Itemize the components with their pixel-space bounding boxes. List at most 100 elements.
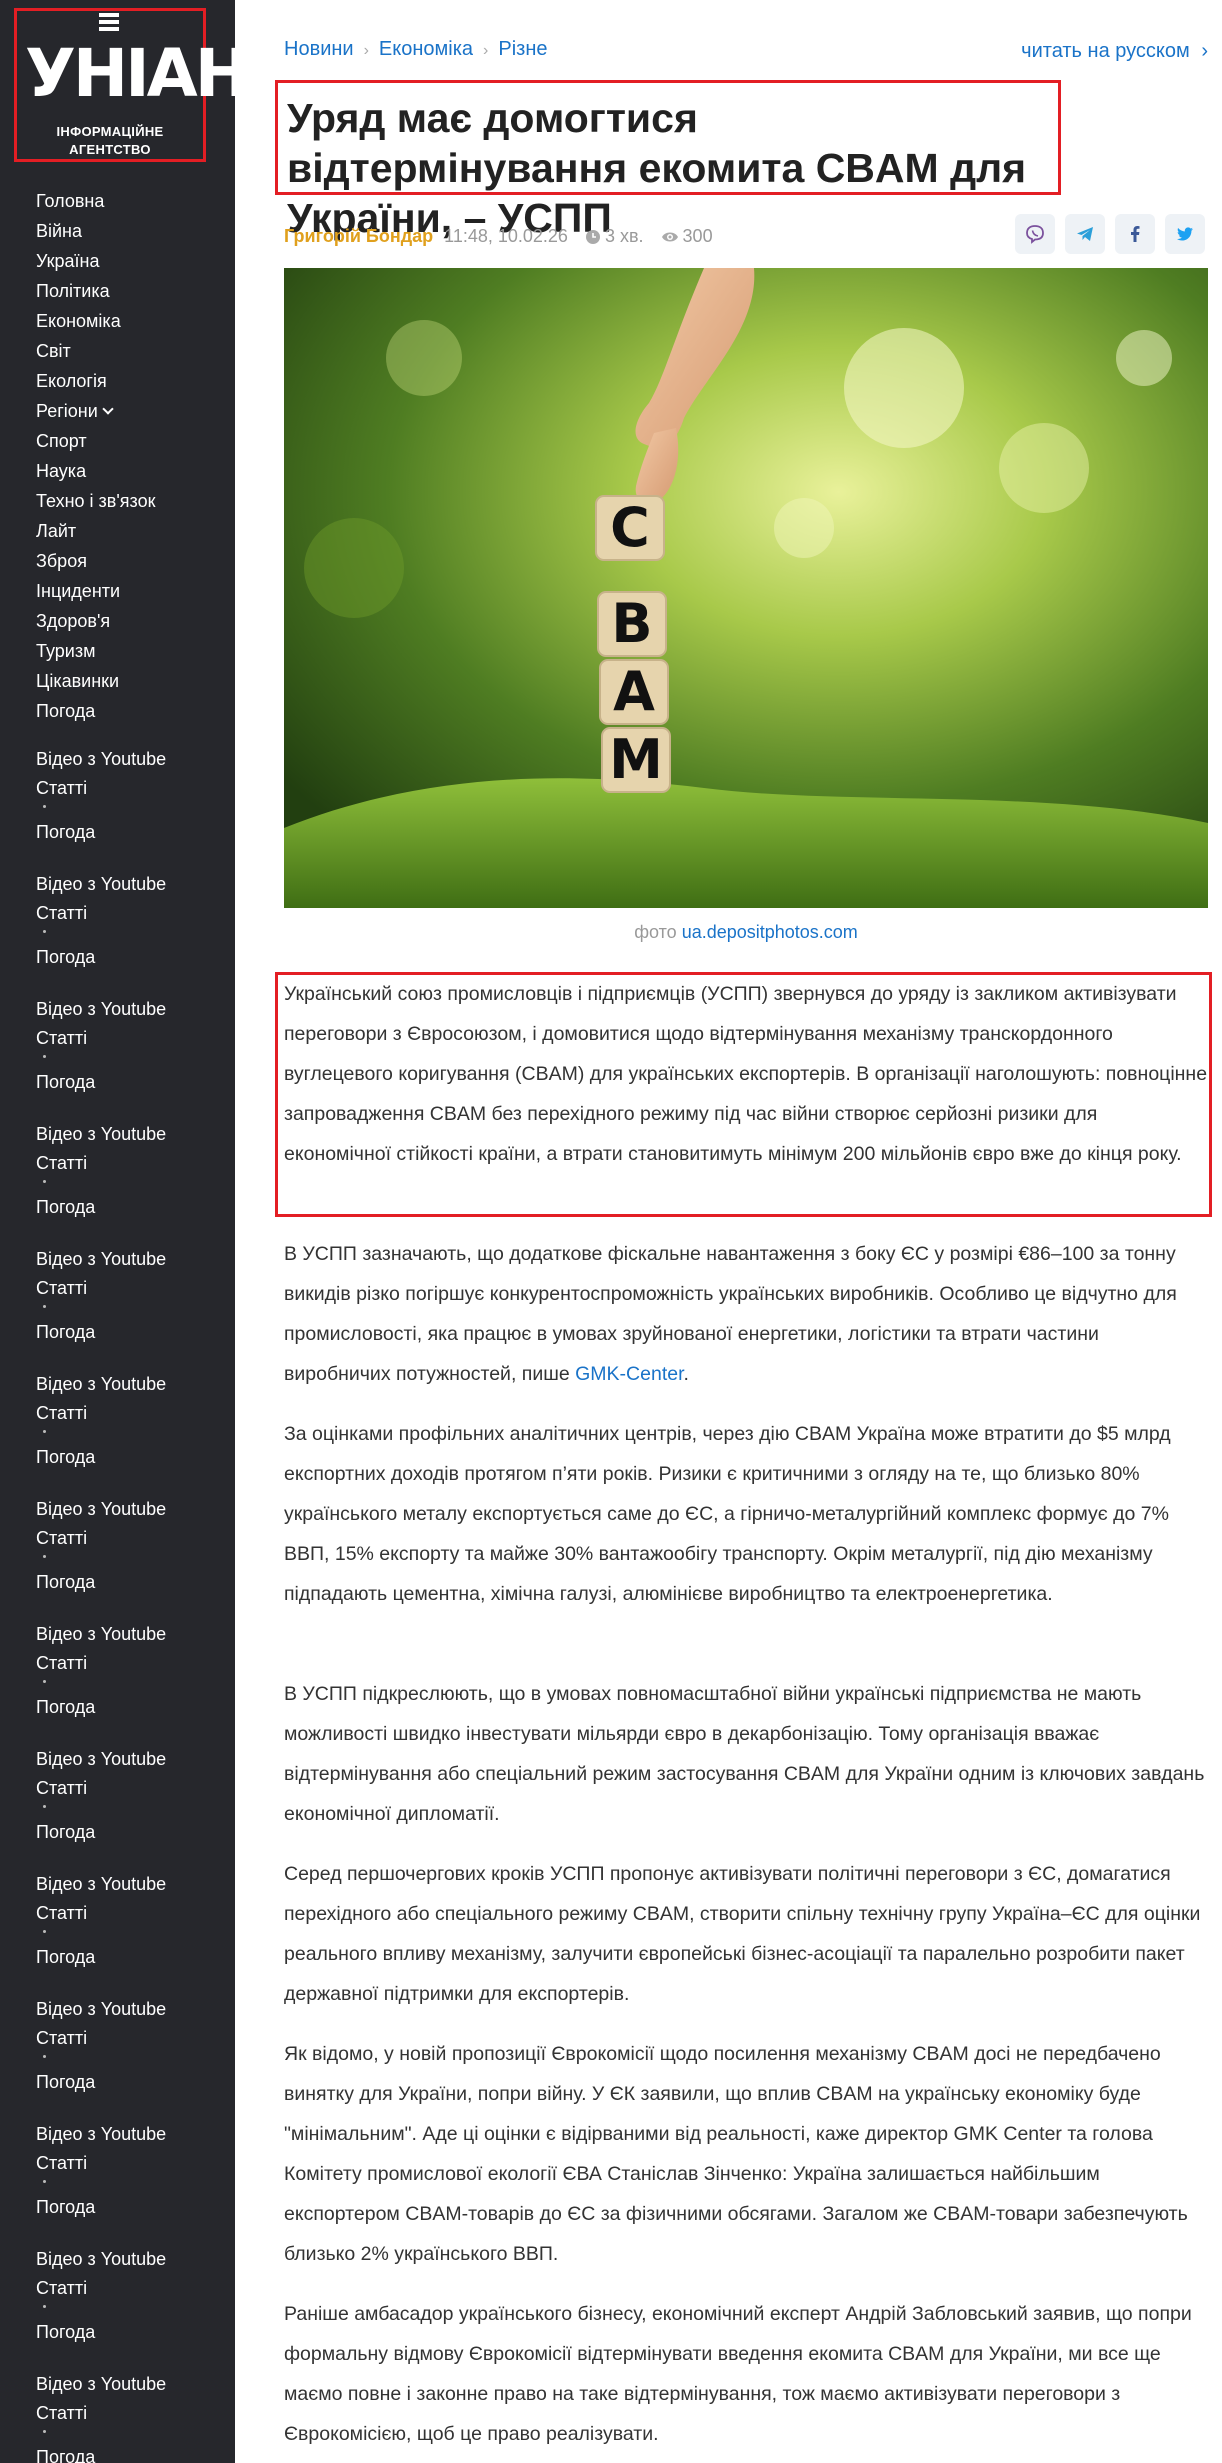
breadcrumb-separator-icon: ›	[483, 42, 489, 59]
nav-item-politics[interactable]: Політика	[36, 276, 156, 306]
breadcrumb-separator-icon: ›	[363, 42, 369, 59]
nav-item-articles[interactable]: Статті	[36, 898, 87, 928]
nav-item-weather[interactable]: Погода	[36, 2442, 95, 2463]
article-paragraph: За оцінками профільних аналітичних центр…	[284, 1423, 1171, 1605]
nav-divider-dot	[43, 1555, 46, 1558]
nav-item-youtube-video[interactable]: Відео з Youtube	[36, 1369, 166, 1399]
nav-item-articles[interactable]: Статті	[36, 1023, 87, 1053]
nav-item-weather[interactable]: Погода	[36, 1692, 95, 1722]
nav-item-articles[interactable]: Статті	[36, 1773, 87, 1803]
nav-item-health[interactable]: Здоров'я	[36, 606, 156, 636]
nav-item-regions[interactable]: Регіони	[36, 396, 156, 426]
nav-item-incidents[interactable]: Інциденти	[36, 576, 156, 606]
nav-item-youtube-video[interactable]: Відео з Youtube	[36, 1119, 166, 1149]
article-hero-image: C B A M	[284, 268, 1208, 908]
nav-item-articles[interactable]: Статті	[36, 1398, 87, 1428]
nav-item-curious[interactable]: Цікавинки	[36, 666, 156, 696]
nav-item-articles[interactable]: Статті	[36, 2023, 87, 2053]
nav-item-articles[interactable]: Статті	[36, 2148, 87, 2178]
language-switch-link[interactable]: читать на русском ›	[1021, 40, 1208, 63]
nav-item-youtube-video[interactable]: Відео з Youtube	[36, 1994, 166, 2024]
nav-item-articles[interactable]: Статті	[36, 773, 87, 803]
nav-item-articles[interactable]: Статті	[36, 2398, 87, 2428]
eye-icon	[661, 232, 678, 242]
nav-item-ecology[interactable]: Екологія	[36, 366, 156, 396]
nav-item-world[interactable]: Світ	[36, 336, 156, 366]
breadcrumb-news[interactable]: Новини	[284, 38, 354, 60]
nav-item-weather[interactable]: Погода	[36, 2192, 95, 2222]
nav-item-weapons[interactable]: Зброя	[36, 546, 156, 576]
breadcrumb: Новини › Економіка › Різне	[284, 38, 548, 61]
nav-item-youtube-video[interactable]: Відео з Youtube	[36, 1619, 166, 1649]
site-logo[interactable]: УНІАН ІНФОРМАЦІЙНЕ АГЕНТСТВО	[14, 8, 235, 162]
nav-item-articles[interactable]: Статті	[36, 1273, 87, 1303]
nav-item-weather[interactable]: Погода	[36, 942, 95, 972]
nav-divider-dot	[43, 2055, 46, 2058]
nav-item-youtube-video[interactable]: Відео з Youtube	[36, 2244, 166, 2274]
cube-letter: C	[610, 496, 650, 559]
article-paragraph: В УСПП підкреслюють, що в умовах повнома…	[284, 1683, 1205, 1825]
nav-item-tech[interactable]: Техно і зв'язок	[36, 486, 156, 516]
nav-item-youtube-video[interactable]: Відео з Youtube	[36, 744, 166, 774]
share-telegram-button[interactable]	[1065, 214, 1105, 254]
share-viber-button[interactable]	[1015, 214, 1055, 254]
viber-icon	[1026, 225, 1044, 244]
nav-item-war[interactable]: Війна	[36, 216, 156, 246]
nav-item-youtube-video[interactable]: Відео з Youtube	[36, 1494, 166, 1524]
share-facebook-button[interactable]	[1115, 214, 1155, 254]
nav-item-home[interactable]: Головна	[36, 186, 156, 216]
nav-item-articles[interactable]: Статті	[36, 1523, 87, 1553]
photo-source-link[interactable]: ua.depositphotos.com	[682, 922, 858, 942]
article-paragraph: В УСПП зазначають, що додаткове фіскальн…	[284, 1243, 1177, 1385]
nav-item-youtube-video[interactable]: Відео з Youtube	[36, 1744, 166, 1774]
nav-item-science[interactable]: Наука	[36, 456, 156, 486]
nav-item-weather[interactable]: Погода	[36, 817, 95, 847]
nav-item-articles[interactable]: Статті	[36, 1898, 87, 1928]
nav-item-youtube-video[interactable]: Відео з Youtube	[36, 869, 166, 899]
telegram-icon	[1077, 227, 1093, 241]
share-twitter-button[interactable]	[1165, 214, 1205, 254]
nav-item-ukraine[interactable]: Україна	[36, 246, 156, 276]
nav-item-youtube-video[interactable]: Відео з Youtube	[36, 1869, 166, 1899]
nav-item-weather[interactable]: Погода	[36, 1817, 95, 1847]
nav-item-articles[interactable]: Статті	[36, 1148, 87, 1178]
logo-subtitle: ІНФОРМАЦІЙНЕ АГЕНТСТВО	[56, 124, 164, 157]
cube-letter: M	[609, 728, 663, 791]
nav-item-weather[interactable]: Погода	[36, 1567, 95, 1597]
nav-item-youtube-video[interactable]: Відео з Youtube	[36, 2119, 166, 2149]
nav-item-lite[interactable]: Лайт	[36, 516, 156, 546]
breadcrumb-misc[interactable]: Різне	[498, 38, 547, 60]
nav-item-articles[interactable]: Статті	[36, 2273, 87, 2303]
nav-item-weather[interactable]: Погода	[36, 2317, 95, 2347]
nav-item-weather[interactable]: Погода	[36, 1317, 95, 1347]
nav-divider-dot	[43, 2180, 46, 2183]
publish-datetime: 11:48, 10.02.26	[444, 226, 568, 246]
author-link[interactable]: Григорій Бондар	[284, 226, 433, 246]
nav-item-sport[interactable]: Спорт	[36, 426, 156, 456]
cube-letter: A	[613, 660, 655, 723]
nav-item-articles[interactable]: Статті	[36, 1648, 87, 1678]
nav-item-weather[interactable]: Погода	[36, 1442, 95, 1472]
nav-item-youtube-video[interactable]: Відео з Youtube	[36, 994, 166, 1024]
nav-divider-dot	[43, 930, 46, 933]
nav-item-youtube-video[interactable]: Відео з Youtube	[36, 1244, 166, 1274]
nav-divider-dot	[43, 1930, 46, 1933]
nav-item-weather[interactable]: Погода	[36, 2067, 95, 2097]
photo-credit: фото ua.depositphotos.com	[634, 922, 858, 942]
nav-item-youtube-video[interactable]: Відео з Youtube	[36, 2369, 166, 2399]
nav-item-weather[interactable]: Погода	[36, 1192, 95, 1222]
nav-item-economy[interactable]: Економіка	[36, 306, 156, 336]
article-title: Уряд має домогтися відтермінування екоми…	[287, 95, 1027, 241]
nav-item-tourism[interactable]: Туризм	[36, 636, 156, 666]
chevron-down-icon	[102, 403, 114, 415]
nav-divider-dot	[43, 1430, 46, 1433]
nav-divider-dot	[43, 1180, 46, 1183]
sidebar: УНІАН ІНФОРМАЦІЙНЕ АГЕНТСТВО Головна Війн…	[0, 0, 235, 2463]
cube-letter: B	[611, 592, 652, 655]
nav-item-weather[interactable]: Погода	[36, 1067, 95, 1097]
nav-divider-dot	[43, 1305, 46, 1308]
source-link[interactable]: GMK-Center	[575, 1363, 683, 1385]
nav-item-weather[interactable]: Погода	[36, 696, 156, 726]
breadcrumb-economy[interactable]: Економіка	[379, 38, 473, 60]
nav-item-weather[interactable]: Погода	[36, 1942, 95, 1972]
